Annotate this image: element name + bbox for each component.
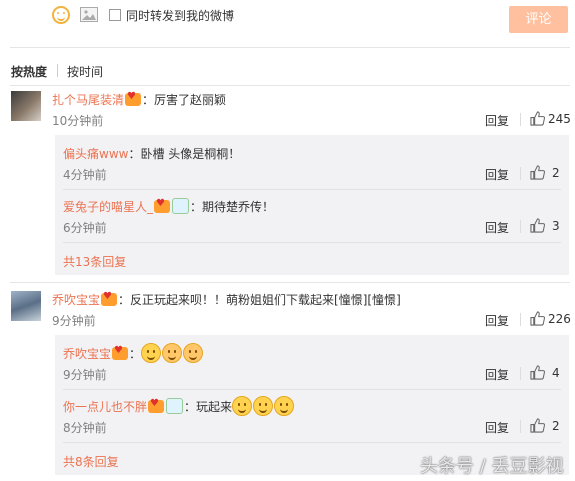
thumbs-up-icon[interactable]: [530, 111, 545, 126]
cry-emoji-icon: [183, 343, 204, 363]
separator: [520, 113, 521, 126]
reply-time: 9分钟前: [63, 368, 107, 382]
reply-time: 6分钟前: [63, 221, 107, 235]
reply: 乔吹宝宝 ：: [63, 343, 204, 363]
sort-separator: [57, 64, 58, 77]
more-replies-link[interactable]: 共8条回复: [63, 453, 119, 470]
fan-badge-icon: [166, 398, 184, 414]
comment-time: 9分钟前: [52, 314, 96, 328]
sort-by-hot-tab[interactable]: 按热度: [11, 63, 47, 80]
smile-emoji-icon: [141, 343, 162, 363]
thumbs-up-icon[interactable]: [530, 418, 545, 433]
thumbs-up-icon[interactable]: [530, 311, 545, 326]
avatar[interactable]: [11, 91, 41, 121]
like-count: 4: [552, 366, 560, 380]
reply-button[interactable]: 回复: [485, 166, 509, 183]
smile-emoji-icon: [232, 396, 253, 416]
member-badge-icon: [148, 398, 165, 413]
reply-text: ：卧槽 头像是桐桐！: [128, 147, 241, 161]
sort-by-time-tab[interactable]: 按时间: [67, 63, 103, 80]
reply-button[interactable]: 回复: [485, 312, 509, 329]
reply-text: ：: [129, 347, 142, 361]
separator: [520, 367, 521, 380]
reply: 爱兔子的喵星人_ ：期待楚乔传！: [63, 198, 274, 215]
thumbs-up-icon[interactable]: [530, 218, 545, 233]
reply-time: 8分钟前: [63, 421, 107, 435]
separator: [520, 167, 521, 180]
divider: [10, 282, 570, 283]
like-count: 226: [548, 312, 571, 326]
repost-label: 同时转发到我的微博: [126, 9, 235, 23]
divider: [10, 85, 570, 86]
divider: [63, 389, 561, 390]
reply-username[interactable]: 你一点儿也不胖: [63, 400, 147, 414]
reply-text: ：玩起来: [184, 400, 233, 414]
smile-emoji-icon: [274, 396, 295, 416]
member-badge-icon: [154, 198, 171, 213]
smile-emoji-icon: [253, 396, 274, 416]
avatar[interactable]: [11, 291, 41, 321]
comment: 乔吹宝宝 ：反正玩起来呗！！萌粉姐姐们下载起来[憧憬][憧憬]: [52, 291, 401, 308]
reply-username[interactable]: 乔吹宝宝: [63, 347, 111, 361]
reply-button[interactable]: 回复: [485, 112, 509, 129]
reply-button[interactable]: 回复: [485, 419, 509, 436]
reply-button[interactable]: 回复: [485, 219, 509, 236]
separator: [520, 420, 521, 433]
cry-emoji-icon: [162, 343, 183, 363]
thumbs-up-icon[interactable]: [530, 365, 545, 380]
comment-time: 10分钟前: [52, 114, 104, 128]
like-count: 3: [552, 219, 560, 233]
comment-text: ：厉害了赵丽颖: [142, 93, 227, 107]
comment-username[interactable]: 乔吹宝宝: [52, 293, 100, 307]
thumbs-up-icon[interactable]: [530, 165, 545, 180]
fan-badge-icon: [172, 198, 190, 214]
repost-checkbox[interactable]: [109, 9, 121, 21]
like-count: 245: [548, 112, 571, 126]
watermark: 头条号 / 丢豆影视: [420, 456, 564, 477]
divider: [10, 47, 570, 48]
image-upload-icon[interactable]: [80, 7, 98, 22]
reply: 偏头痛www：卧槽 头像是桐桐！: [63, 145, 240, 162]
more-replies-link[interactable]: 共13条回复: [63, 253, 126, 270]
reply-username[interactable]: 爱兔子的喵星人_: [63, 200, 153, 214]
reply-username[interactable]: 偏头痛www: [63, 147, 128, 161]
separator: [520, 313, 521, 326]
reply: 你一点儿也不胖 ：玩起来: [63, 396, 295, 416]
member-badge-icon: [125, 91, 142, 106]
reply-text: ：期待楚乔传！: [190, 200, 275, 214]
comment-username[interactable]: 扎个马尾装清: [52, 93, 124, 107]
reply-button[interactable]: 回复: [485, 366, 509, 383]
submit-comment-button[interactable]: 评论: [509, 6, 568, 33]
comment: 扎个马尾装清 ：厉害了赵丽颖: [52, 91, 226, 108]
divider: [63, 242, 561, 243]
member-badge-icon: [101, 291, 118, 306]
reply-time: 4分钟前: [63, 168, 107, 182]
like-count: 2: [552, 419, 560, 433]
emoji-picker-icon[interactable]: [52, 6, 70, 24]
member-badge-icon: [112, 345, 129, 360]
comment-text: ：反正玩起来呗！！萌粉姐姐们下载起来[憧憬][憧憬]: [118, 293, 401, 307]
separator: [520, 220, 521, 233]
divider: [63, 189, 561, 190]
divider: [63, 442, 561, 443]
like-count: 2: [552, 166, 560, 180]
